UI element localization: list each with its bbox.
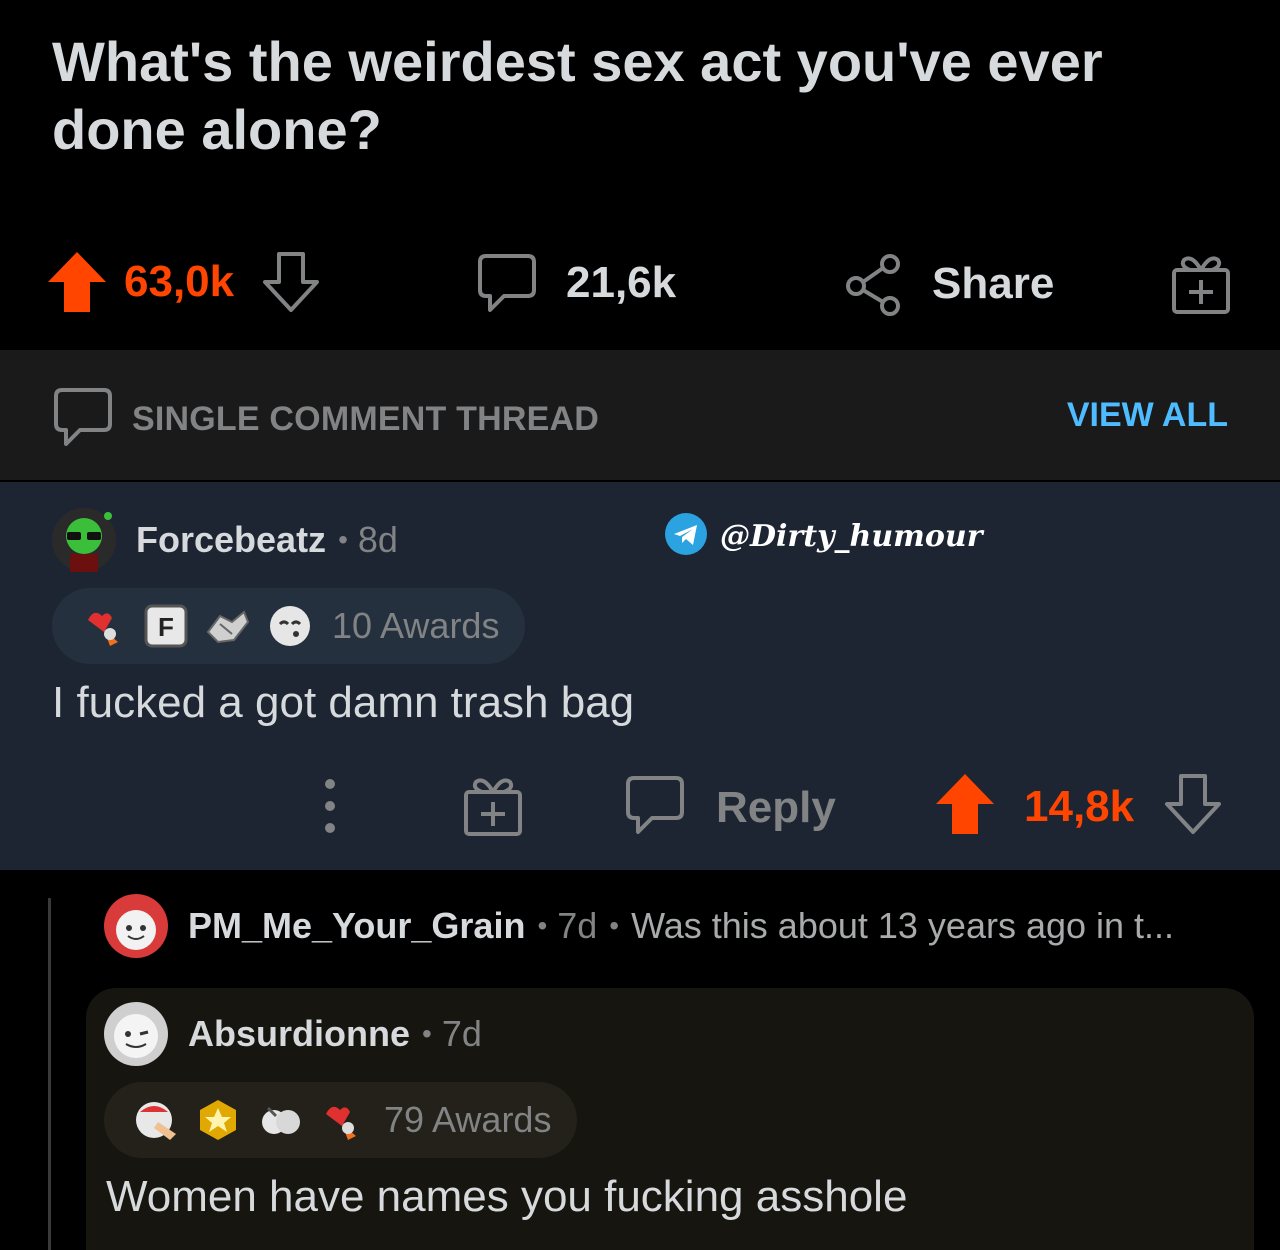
give-award-button[interactable]: [1170, 252, 1232, 316]
blow-kiss-icon: [266, 602, 314, 650]
more-vertical-icon: [318, 774, 342, 843]
gold-star-icon: [194, 1096, 242, 1144]
comment-username[interactable]: PM_Me_Your_Grain: [188, 905, 525, 947]
downvote-icon[interactable]: [1162, 772, 1224, 841]
press-f-icon: F: [142, 602, 190, 650]
reply-button[interactable]: Reply: [624, 774, 836, 841]
awards-count: 10 Awards: [332, 605, 500, 646]
svg-text:F: F: [158, 612, 174, 642]
comment-preview: Was this about 13 years ago in t...: [631, 905, 1175, 946]
separator-dot: •: [422, 1018, 432, 1049]
awards-count: 79 Awards: [384, 1099, 552, 1140]
watermark-handle: @Dirty_humour: [720, 519, 983, 554]
handshake-icon: [204, 602, 252, 650]
share-button[interactable]: Share: [844, 252, 1054, 316]
avatar[interactable]: [104, 1002, 168, 1066]
wholesome-icon: [256, 1096, 304, 1144]
avatar[interactable]: [52, 508, 116, 572]
comment-body: I fucked a got damn trash bag: [52, 678, 635, 727]
comment-award-button[interactable]: [462, 774, 524, 843]
comment-body: Women have names you fucking asshole: [106, 1172, 908, 1221]
comment-bubble-icon: [624, 774, 686, 841]
reply-label: Reply: [716, 782, 836, 832]
separator-dot: •: [338, 524, 348, 555]
share-label: Share: [932, 259, 1055, 308]
comment-header: Absurdionne • 7d: [104, 1002, 482, 1066]
telegram-watermark: @Dirty_humour: [664, 512, 983, 561]
rocket-like-icon: [318, 1096, 366, 1144]
reply-comment: Absurdionne • 7d 79 Awards Women have na…: [86, 988, 1254, 1250]
collapsed-comment[interactable]: PM_Me_Your_Grain • 7d • Was this about 1…: [104, 888, 1174, 964]
gift-icon: [1170, 252, 1232, 316]
comment-bubble-icon: [476, 252, 538, 314]
thread-label-group: SINGLE COMMENT THREAD: [52, 386, 599, 453]
comment-vote-group: 14,8k: [934, 772, 1224, 841]
comment-username[interactable]: Forcebeatz: [136, 519, 326, 561]
post-vote-count: 63,0k: [124, 257, 235, 306]
rocket-like-icon: [80, 602, 128, 650]
comment-action-bar: Reply 14,8k: [0, 772, 1280, 842]
awards-pill[interactable]: 79 Awards: [104, 1082, 578, 1158]
comment-username[interactable]: Absurdionne: [188, 1013, 410, 1055]
gift-icon: [462, 774, 524, 843]
highlighted-comment: Forcebeatz • 8d @Dirty_humour F 10 Award…: [0, 482, 1280, 870]
comment-age: 8d: [357, 519, 398, 560]
post-comments-button[interactable]: 21,6k: [476, 252, 676, 314]
more-options-button[interactable]: [318, 774, 342, 843]
comment-age: 7d: [441, 1013, 482, 1054]
post-action-bar: 63,0k 21,6k Share: [0, 240, 1280, 340]
awards-pill[interactable]: F 10 Awards: [52, 588, 526, 664]
share-icon: [844, 252, 904, 316]
post-title: What's the weirdest sex act you've ever …: [52, 30, 1103, 161]
comment-bubble-icon: [52, 386, 114, 453]
comment-header: Forcebeatz • 8d: [52, 508, 398, 572]
separator-dot: •: [609, 910, 620, 941]
upvote-icon[interactable]: [934, 772, 996, 841]
thread-line[interactable]: [48, 898, 51, 1250]
telegram-icon: [664, 512, 708, 561]
comment-vote-count: 14,8k: [1024, 781, 1135, 831]
view-all-link[interactable]: VIEW ALL: [1067, 396, 1228, 435]
facepalm-icon: [132, 1096, 180, 1144]
downvote-icon[interactable]: [260, 250, 322, 314]
upvote-icon[interactable]: [46, 250, 108, 314]
comment-age: 7d: [557, 905, 598, 946]
separator-dot: •: [537, 910, 548, 941]
post-vote-group: 63,0k: [46, 250, 322, 314]
single-thread-bar: SINGLE COMMENT THREAD VIEW ALL: [0, 350, 1280, 480]
post-comment-count: 21,6k: [566, 258, 677, 307]
avatar[interactable]: [104, 894, 168, 958]
thread-label: SINGLE COMMENT THREAD: [132, 400, 599, 438]
